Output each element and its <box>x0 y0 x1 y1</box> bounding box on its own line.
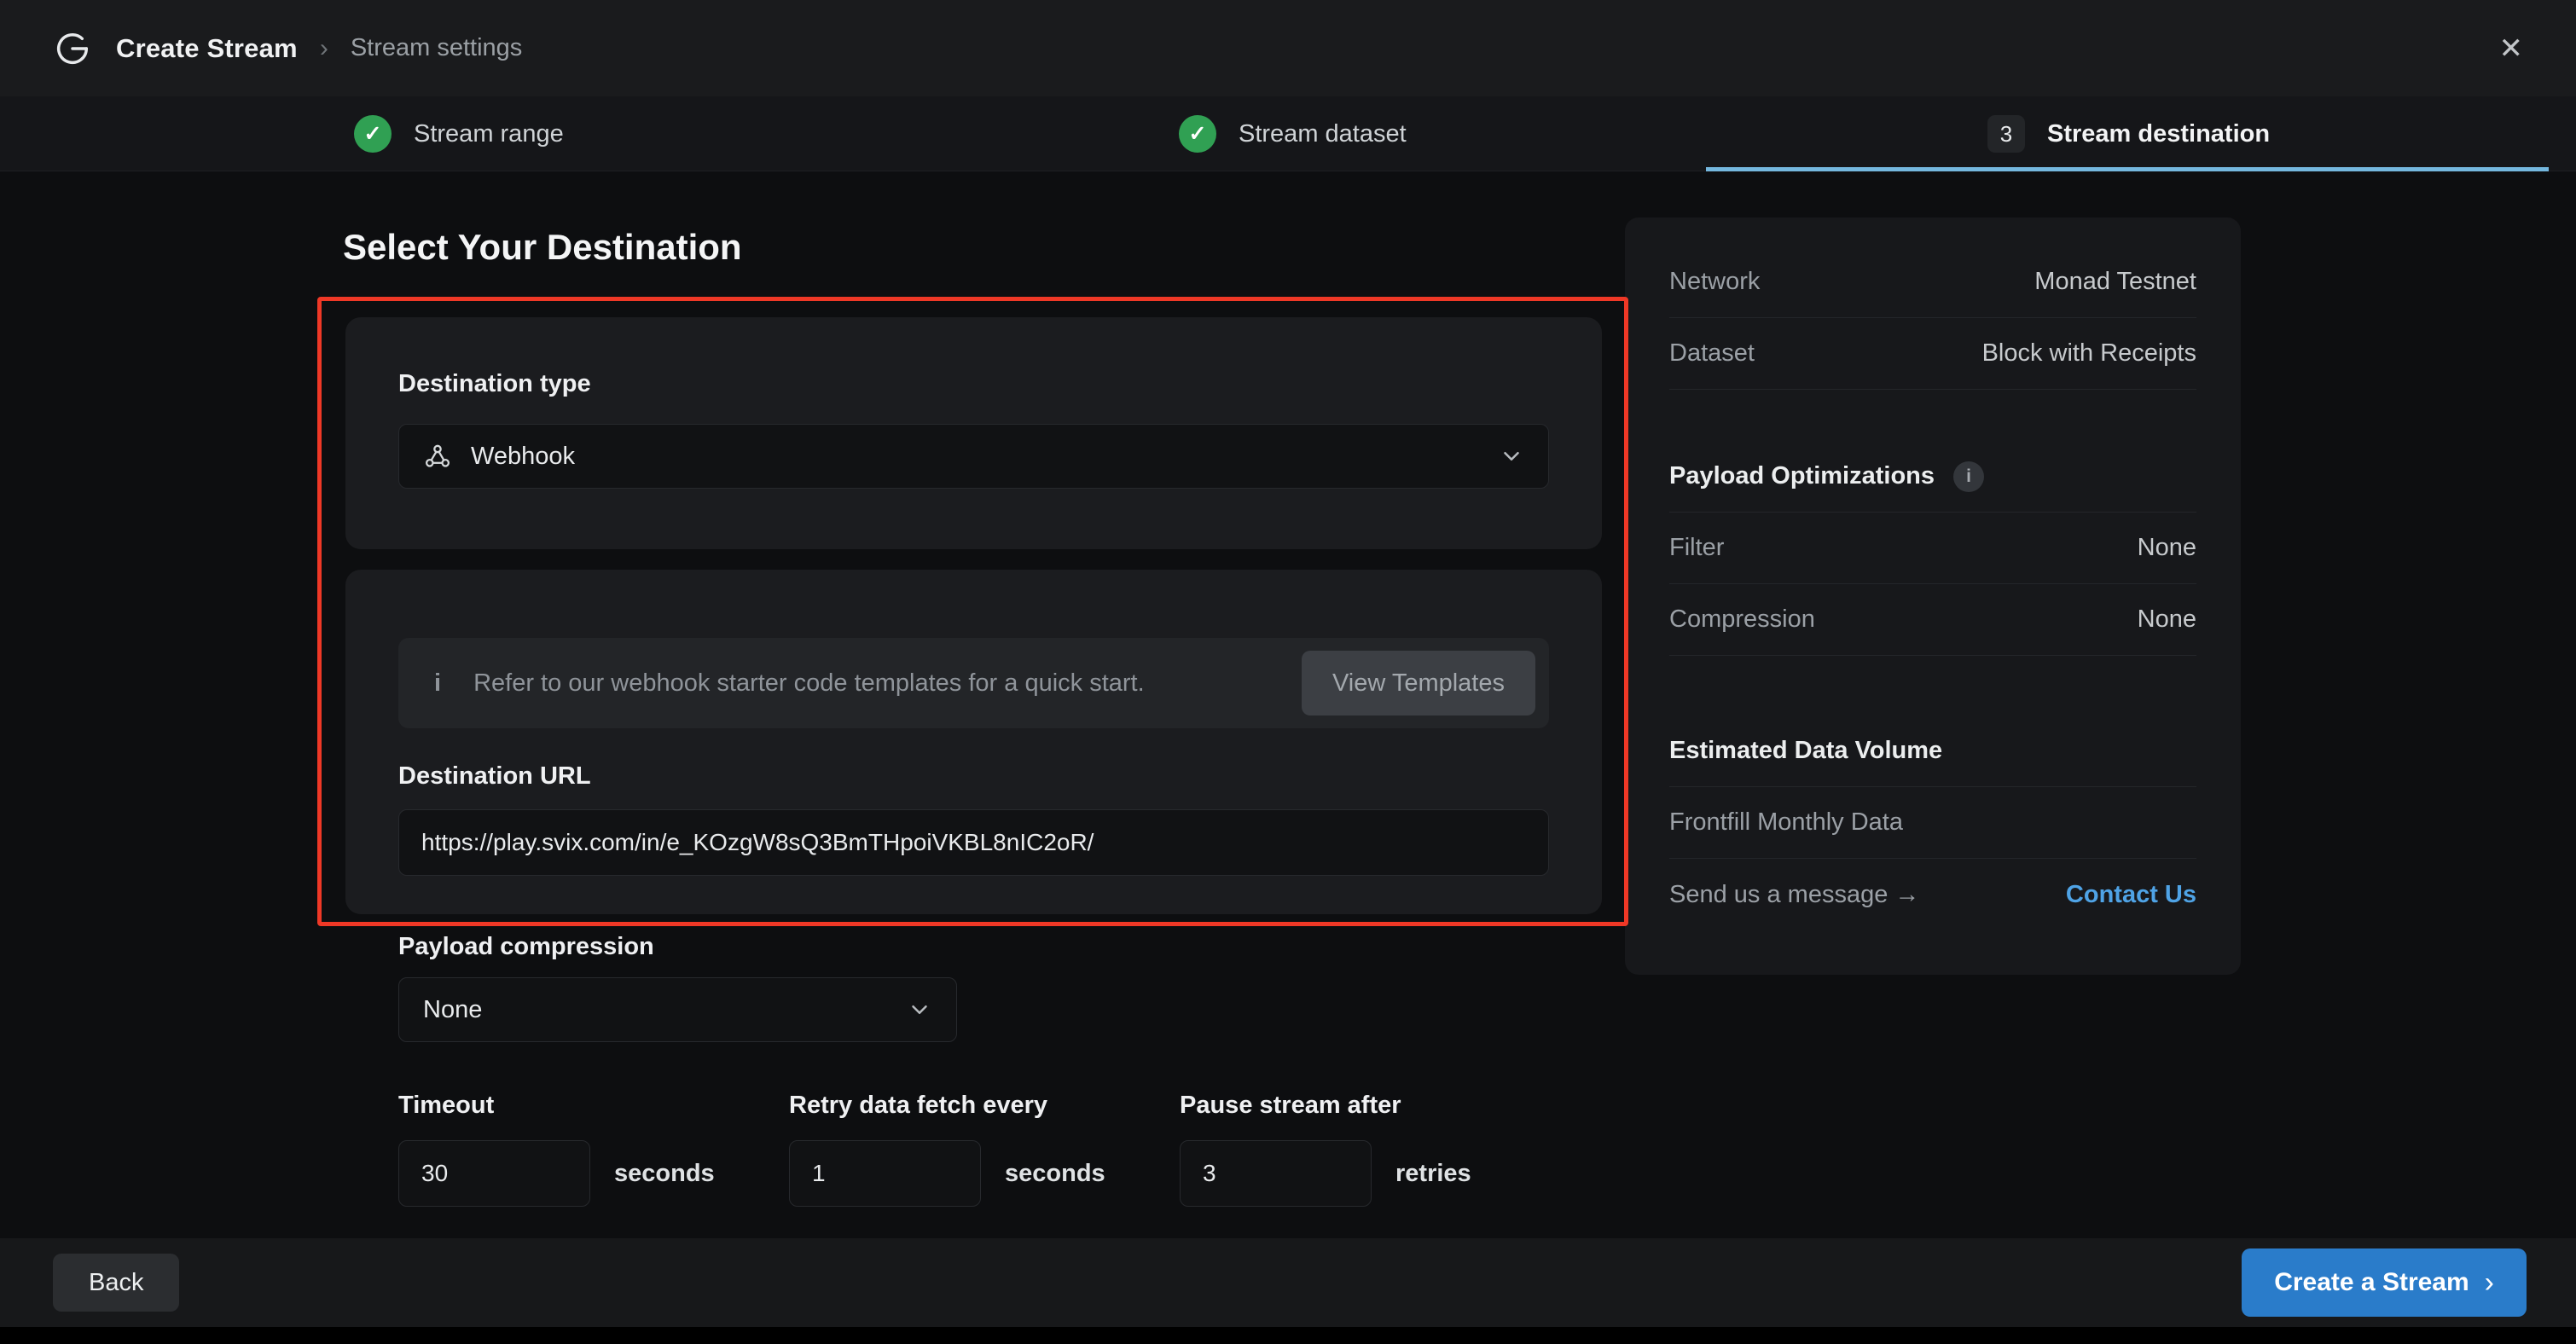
payload-compression-label: Payload compression <box>398 933 654 961</box>
chevron-down-icon <box>1499 443 1524 469</box>
timeout-field: Timeout seconds <box>398 1092 789 1207</box>
summary-row-dataset: Dataset Block with Receipts <box>1669 318 2196 390</box>
step-stream-destination[interactable]: 3 Stream destination <box>1987 96 2270 171</box>
close-icon[interactable]: ✕ <box>2499 34 2524 63</box>
payload-optimizations-heading: Payload Optimizations i <box>1669 441 2196 513</box>
network-value: Monad Testnet <box>2034 268 2196 296</box>
retry-input[interactable] <box>789 1140 981 1207</box>
top-bar: Create Stream › Stream settings ✕ <box>0 0 2576 96</box>
step-label: Stream destination <box>2047 120 2270 148</box>
network-label: Network <box>1669 268 1760 296</box>
info-icon: i <box>434 669 441 698</box>
payload-optimizations-label: Payload Optimizations <box>1669 462 1935 490</box>
summary-row-contact: Send us a message → Contact Us <box>1669 859 2196 930</box>
pause-unit: retries <box>1395 1160 1471 1188</box>
step-number-badge: 3 <box>1987 115 2025 153</box>
retry-unit: seconds <box>1005 1160 1105 1188</box>
pause-input[interactable] <box>1180 1140 1372 1207</box>
chevron-right-icon: › <box>2485 1268 2494 1297</box>
retry-label: Retry data fetch every <box>789 1092 1180 1120</box>
contact-us-link[interactable]: Contact Us <box>2066 881 2196 909</box>
estimated-data-volume-label: Estimated Data Volume <box>1669 737 1942 765</box>
view-templates-button[interactable]: View Templates <box>1302 651 1535 715</box>
estimated-data-volume-heading: Estimated Data Volume <box>1669 715 2196 787</box>
compression-value: None <box>2138 605 2196 634</box>
dataset-value: Block with Receipts <box>1982 339 2196 368</box>
destination-url-card: i Refer to our webhook starter code temp… <box>345 570 1602 914</box>
summary-row-filter: Filter None <box>1669 513 2196 584</box>
payload-compression-select[interactable]: None <box>398 977 957 1042</box>
app-logo-icon <box>53 29 92 68</box>
create-stream-button[interactable]: Create a Stream › <box>2242 1248 2527 1317</box>
summary-row-compression: Compression None <box>1669 584 2196 656</box>
summary-row-frontfill: Frontfill Monthly Data <box>1669 787 2196 859</box>
summary-row-network: Network Monad Testnet <box>1669 246 2196 318</box>
compression-label: Compression <box>1669 605 1815 634</box>
info-banner: i Refer to our webhook starter code temp… <box>398 638 1549 728</box>
chevron-down-icon <box>907 997 932 1022</box>
create-stream-label: Create a Stream <box>2274 1268 2469 1297</box>
step-bar: ✓ Stream range ✓ Stream dataset 3 Stream… <box>0 96 2576 171</box>
destination-type-card: Destination type Webhook <box>345 317 1602 549</box>
section-heading: Select Your Destination <box>343 227 742 268</box>
check-icon: ✓ <box>354 115 392 153</box>
breadcrumb: Stream settings <box>351 34 522 62</box>
dataset-label: Dataset <box>1669 339 1755 368</box>
timeout-label: Timeout <box>398 1092 789 1120</box>
timeout-unit: seconds <box>614 1160 715 1188</box>
pause-field: Pause stream after retries <box>1180 1092 1570 1207</box>
footer-bar: Back Create a Stream › <box>0 1238 2576 1327</box>
back-button[interactable]: Back <box>53 1254 179 1312</box>
destination-type-value: Webhook <box>471 443 575 471</box>
payload-compression-value: None <box>423 996 482 1024</box>
pause-label: Pause stream after <box>1180 1092 1570 1120</box>
destination-url-label: Destination URL <box>398 762 1549 791</box>
contact-prompt: Send us a message → <box>1669 881 1919 909</box>
retry-settings-row: Timeout seconds Retry data fetch every s… <box>398 1092 1570 1207</box>
step-label: Stream dataset <box>1239 120 1407 148</box>
page-title: Create Stream <box>116 33 298 64</box>
create-stream-window: Create Stream › Stream settings ✕ ✓ Stre… <box>0 0 2576 1344</box>
window-edge <box>0 1327 2576 1344</box>
check-icon: ✓ <box>1179 115 1216 153</box>
stream-summary-panel: Network Monad Testnet Dataset Block with… <box>1625 217 2241 975</box>
breadcrumb-separator: › <box>320 34 328 63</box>
info-banner-text: Refer to our webhook starter code templa… <box>473 669 1145 698</box>
filter-label: Filter <box>1669 534 1724 562</box>
active-step-underline <box>1706 167 2549 171</box>
timeout-input[interactable] <box>398 1140 590 1207</box>
destination-type-label: Destination type <box>398 370 1549 398</box>
filter-value: None <box>2138 534 2196 562</box>
info-icon[interactable]: i <box>1953 461 1984 492</box>
step-stream-dataset[interactable]: ✓ Stream dataset <box>1179 96 1407 171</box>
step-stream-range[interactable]: ✓ Stream range <box>354 96 564 171</box>
step-label: Stream range <box>414 120 564 148</box>
destination-type-select[interactable]: Webhook <box>398 424 1549 489</box>
frontfill-label: Frontfill Monthly Data <box>1669 808 1903 837</box>
webhook-icon <box>423 442 452 471</box>
retry-field: Retry data fetch every seconds <box>789 1092 1180 1207</box>
destination-url-input[interactable] <box>398 809 1549 876</box>
